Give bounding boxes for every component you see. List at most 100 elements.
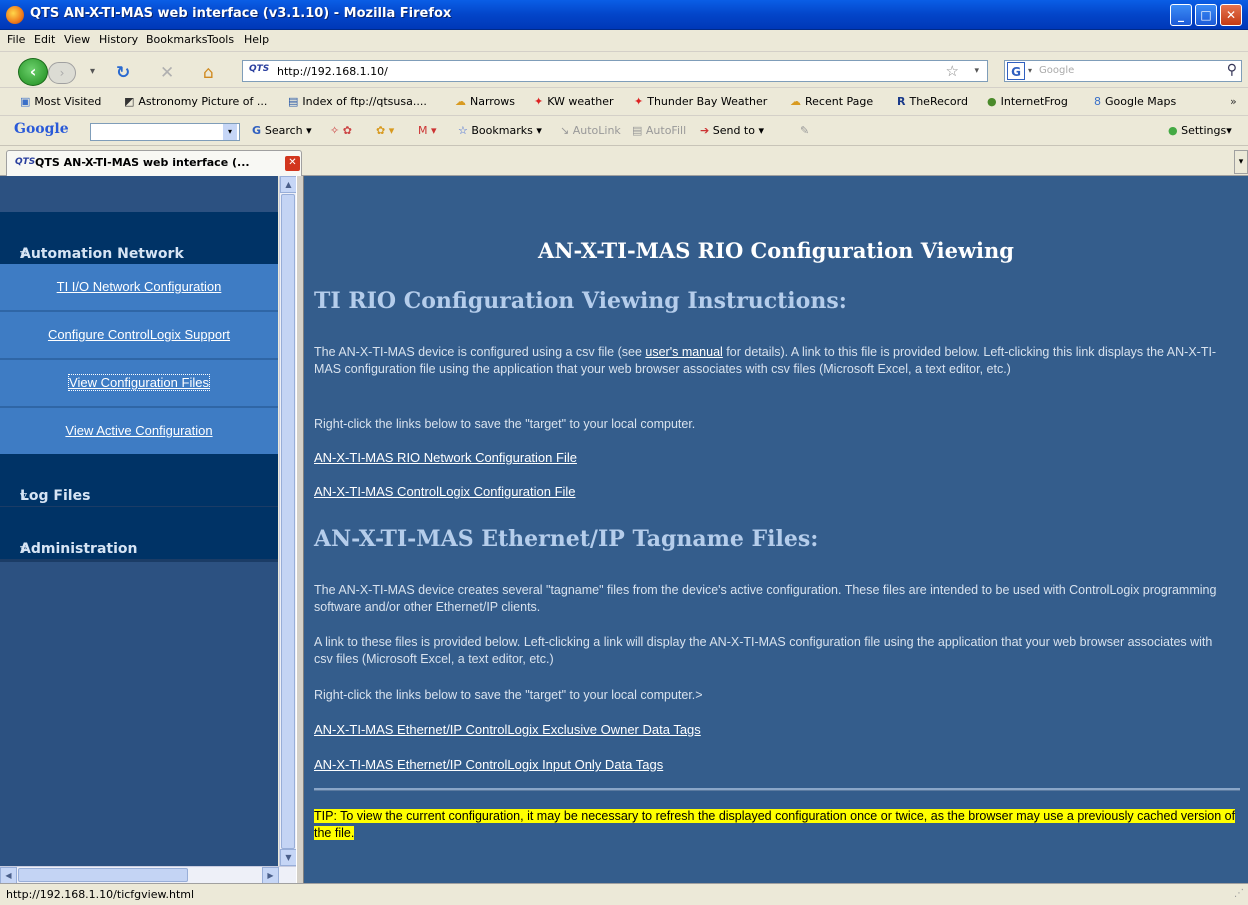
- bookmark-ftp-index[interactable]: ▤ Index of ftp://qtsusa....: [288, 95, 427, 108]
- send-to-button[interactable]: ➔ Send to ▾: [700, 124, 764, 137]
- controllogix-config-file-link[interactable]: AN-X-TI-MAS ControlLogix Configuration F…: [314, 484, 576, 499]
- bookmark-recent-page[interactable]: ☁ Recent Page: [790, 95, 873, 108]
- google-search-dropdown-icon[interactable]: ▾: [223, 124, 237, 140]
- google-search-input[interactable]: ▾: [90, 123, 240, 141]
- sidebar-item-ti-io-network[interactable]: TI I/O Network Configuration: [0, 264, 278, 312]
- bookmarks-toolbar: ▣ Most Visited ◩ Astronomy Picture of ... …: [0, 88, 1248, 116]
- rio-network-config-file-link[interactable]: AN-X-TI-MAS RIO Network Configuration Fi…: [314, 450, 577, 465]
- google-search-button[interactable]: G Search ▾: [252, 124, 312, 137]
- section-heading-tagname-files: AN-X-TI-MAS Ethernet/IP Tagname Files:: [314, 526, 819, 552]
- sidebar-section-log-files[interactable]: ▿ Log Files: [0, 454, 278, 509]
- scroll-down-icon[interactable]: ▼: [280, 849, 297, 866]
- back-button[interactable]: ‹: [18, 58, 48, 86]
- menu-bar: File Edit View History Bookmarks Tools H…: [0, 30, 1248, 52]
- tagname-description-paragraph: The AN-X-TI-MAS device creates several "…: [314, 583, 1217, 614]
- sidebar-item-configure-controllogix[interactable]: Configure ControlLogix Support: [0, 312, 278, 360]
- input-only-tags-link[interactable]: AN-X-TI-MAS Ethernet/IP ControlLogix Inp…: [314, 757, 663, 772]
- tagname-right-click-note: Right-click the links below to save the …: [314, 688, 703, 702]
- autolink-button[interactable]: ↘ AutoLink: [560, 124, 621, 137]
- tab-close-icon[interactable]: ✕: [285, 156, 300, 171]
- frame-splitter[interactable]: [296, 176, 304, 883]
- scroll-right-icon[interactable]: ▶: [262, 867, 279, 884]
- sidebar-frame: ▿ Automation Network TI I/O Network Confi…: [0, 176, 278, 883]
- tab-title: QTS AN-X-TI-MAS web interface (...: [35, 156, 250, 169]
- autofill-button[interactable]: ▤ AutoFill: [632, 124, 686, 137]
- rio-instructions-paragraph: The AN-X-TI-MAS device is configured usi…: [314, 345, 1217, 376]
- menu-edit[interactable]: Edit: [34, 33, 55, 46]
- users-manual-link[interactable]: user's manual: [645, 345, 722, 359]
- section-heading-rio-instructions: TI RIO Configuration Viewing Instruction…: [314, 288, 847, 314]
- google-bookmarks-button[interactable]: ☆ Bookmarks ▾: [458, 124, 542, 137]
- google-settings-button[interactable]: ● Settings▾: [1168, 124, 1232, 137]
- tab-bar: QTS QTS AN-X-TI-MAS web interface (... ✕: [0, 146, 1248, 176]
- bookmarks-overflow-icon[interactable]: »: [1230, 95, 1237, 108]
- navigation-toolbar: ‹ › ▾ ↻ ✕ ⌂ QTS http://192.168.1.10/ ☆ ▾…: [0, 52, 1248, 88]
- exclusive-owner-tags-link[interactable]: AN-X-TI-MAS Ethernet/IP ControlLogix Exc…: [314, 722, 701, 737]
- rio-right-click-note: Right-click the links below to save the …: [314, 417, 696, 431]
- tab-favicon: QTS: [15, 157, 36, 167]
- tab-list-dropdown-icon[interactable]: ▾: [1234, 150, 1248, 174]
- window-title-bar[interactable]: QTS AN-X-TI-MAS web interface (v3.1.10) …: [0, 0, 1248, 30]
- search-bar[interactable]: G ▾ Google ⚲: [1004, 60, 1242, 82]
- gmail-icon[interactable]: M ▾: [418, 124, 437, 137]
- menu-view[interactable]: View: [64, 33, 90, 46]
- bookmark-therecord[interactable]: R TheRecord: [897, 95, 968, 108]
- stop-icon[interactable]: ✕: [160, 63, 174, 83]
- map-icon: 8: [1094, 95, 1101, 108]
- highlight-icon[interactable]: ✎: [800, 124, 809, 137]
- search-engine-icon[interactable]: G: [1007, 62, 1025, 80]
- image-icon: ◩: [124, 95, 135, 108]
- status-text: http://192.168.1.10/ticfgview.html: [6, 888, 195, 901]
- scroll-up-icon[interactable]: ▲: [280, 176, 297, 193]
- bookmark-internetfrog[interactable]: ● InternetFrog: [987, 95, 1068, 108]
- reload-icon[interactable]: ↻: [116, 63, 130, 83]
- search-engine-dropdown-icon[interactable]: ▾: [1028, 66, 1032, 75]
- weather-icon: ☁: [455, 95, 466, 108]
- sidebar-section-administration[interactable]: ▿ Administration: [0, 507, 278, 562]
- tip-note: TIP: To view the current configuration, …: [314, 809, 1236, 840]
- google-toolbar: Google ▾ G Search ▾ ✧ ✿ ✿ ▾ M ▾ ☆ Bookma…: [0, 116, 1248, 146]
- menu-history[interactable]: History: [99, 33, 138, 46]
- bookmark-narrows[interactable]: ☁ Narrows: [455, 95, 515, 108]
- maple-leaf-icon: ✦: [634, 95, 644, 108]
- frog-icon: ●: [987, 95, 997, 108]
- record-icon: R: [897, 95, 906, 108]
- url-text[interactable]: http://192.168.1.10/: [277, 65, 388, 78]
- close-button[interactable]: ✕: [1220, 4, 1242, 26]
- menu-file[interactable]: File: [7, 33, 25, 46]
- bookmark-star-icon[interactable]: ☆: [946, 62, 959, 80]
- bookmark-kw-weather[interactable]: ✦ KW weather: [534, 95, 614, 108]
- bookmark-thunder-bay[interactable]: ✦ Thunder Bay Weather: [634, 95, 767, 108]
- tagname-links-paragraph: A link to these files is provided below.…: [314, 635, 1213, 666]
- sidebar-item-view-config-files[interactable]: View Configuration Files: [0, 360, 278, 408]
- menu-help[interactable]: Help: [244, 33, 269, 46]
- forward-button[interactable]: ›: [48, 62, 76, 84]
- send-icon: ➔: [700, 124, 713, 137]
- home-icon[interactable]: ⌂: [203, 63, 214, 83]
- url-dropdown-icon[interactable]: ▾: [974, 66, 979, 76]
- maple-leaf-icon: ✦: [534, 95, 544, 108]
- minimize-button[interactable]: _: [1170, 4, 1192, 26]
- sidebar-section-automation-network[interactable]: ▿ Automation Network: [0, 212, 278, 267]
- sidebar-item-view-active-config[interactable]: View Active Configuration: [0, 408, 278, 456]
- site-icon: QTS: [249, 64, 270, 74]
- star-icon: ☆: [458, 124, 472, 137]
- sidebar-horizontal-scroll-thumb[interactable]: [18, 868, 188, 882]
- menu-tools[interactable]: Tools: [207, 33, 234, 46]
- bookmark-astronomy[interactable]: ◩ Astronomy Picture of ...: [124, 95, 267, 108]
- search-input[interactable]: Google: [1039, 65, 1074, 76]
- bookmark-google-maps[interactable]: 8 Google Maps: [1094, 95, 1176, 108]
- google-extras-icon[interactable]: ✿ ▾: [376, 124, 394, 137]
- menu-bookmarks[interactable]: Bookmarks: [146, 33, 207, 46]
- resize-grip-icon[interactable]: ⋰: [1234, 888, 1244, 899]
- maximize-button[interactable]: □: [1195, 4, 1217, 26]
- scroll-left-icon[interactable]: ◀: [0, 867, 17, 884]
- sidebar-vertical-scroll-thumb[interactable]: [281, 194, 295, 849]
- google-tools-icon[interactable]: ✧ ✿: [330, 124, 352, 137]
- bookmark-most-visited[interactable]: ▣ Most Visited: [20, 95, 101, 108]
- history-dropdown-icon[interactable]: ▾: [90, 66, 95, 77]
- search-icon[interactable]: ⚲: [1227, 62, 1237, 78]
- url-bar[interactable]: QTS http://192.168.1.10/ ☆ ▾: [242, 60, 988, 82]
- settings-status-icon: ●: [1168, 124, 1182, 137]
- tab-qts-interface[interactable]: QTS QTS AN-X-TI-MAS web interface (... ✕: [6, 150, 302, 176]
